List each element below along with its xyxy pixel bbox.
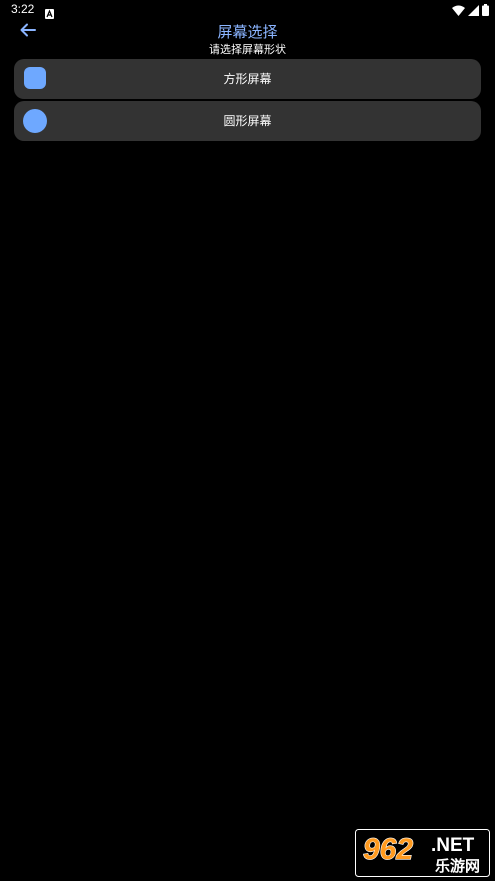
option-label: 圆形屏幕 [223,114,272,128]
battery-icon [482,4,489,16]
wifi-icon [452,5,465,16]
watermark-logo: 962 .NET 乐游网 [355,829,490,877]
cellular-icon [468,4,479,16]
watermark-caption: 乐游网 [435,857,480,875]
option-label: 方形屏幕 [223,72,272,86]
page-title: 屏幕选择 [217,23,278,41]
status-icons [452,3,489,17]
page-subtitle: 请选择屏幕形状 [209,43,286,56]
notification-a-icon [45,4,54,19]
option-square-screen[interactable]: 方形屏幕 [14,59,481,99]
option-round-screen[interactable]: 圆形屏幕 [14,101,481,141]
watermark-number: 962 [363,833,413,866]
watermark-suffix: .NET [431,835,475,856]
status-bar: 3:22 [0,0,495,20]
status-time: 3:22 [11,2,35,16]
